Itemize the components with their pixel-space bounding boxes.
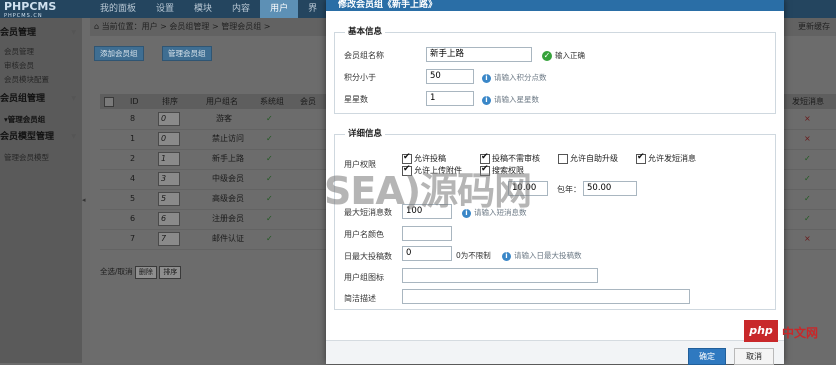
nav-tab-panel[interactable]: 我的面板 [90,0,146,18]
order-input[interactable]: 5 [158,192,180,206]
bulk-delete-button[interactable]: 删除 [134,266,157,279]
sidebar-item-member-module[interactable]: 会员模块配置 [4,74,49,85]
php-badge-text: 中文网 [782,326,819,340]
name-color-input[interactable] [402,226,452,241]
update-cache-link[interactable]: 更新缓存 [798,18,830,36]
perm-send-msg[interactable]: 允许发短消息 [636,152,696,164]
chevron-down-icon: ▼ [71,29,76,36]
name-valid-message: ✓ 输入正确 [542,51,585,61]
detail-info-legend: 详细信息 [345,127,386,139]
home-icon: ⌂ [94,22,100,31]
sidebar-section-groups[interactable]: 会员组管理 ▼ [0,92,82,106]
check-circle-icon: ✓ [542,51,552,61]
points-input[interactable]: 50 [426,69,474,84]
order-input[interactable]: 3 [158,172,180,186]
info-icon: i [502,251,511,261]
select-all-label[interactable]: 全选/取消 [100,267,133,276]
group-icon-label: 用户组图标 [344,273,384,282]
order-input[interactable]: 6 [158,212,180,226]
collapse-sidebar-icon[interactable]: ◂ [82,196,90,204]
stars-input[interactable]: 1 [426,91,474,106]
close-icon[interactable]: ✕ [338,0,776,7]
basic-info-legend: 基本信息 [345,25,386,37]
stars-hint: i 请输入星星数 [482,94,539,105]
daily-max-label: 日最大投稿数 [344,252,392,261]
col-system: 系统组 [260,97,284,106]
nav-tab-content[interactable]: 内容 [222,0,260,18]
daily-max-note: 0为不限制 [456,251,491,260]
col-members: 会员 [300,97,316,106]
nav-tab-settings[interactable]: 设置 [146,0,184,18]
points-label: 积分小于 [344,73,376,82]
manage-groups-button[interactable]: 管理会员组 [162,46,212,61]
basic-info-section: 基本信息 [334,25,776,114]
year-price-label: 包年： [557,185,581,194]
order-input[interactable]: 7 [158,232,180,246]
sidebar-section-members[interactable]: 会员管理 ▼ [0,26,82,40]
daily-max-hint: i 请输入日最大投稿数 [502,250,582,261]
description-input[interactable] [402,289,690,304]
checkbox[interactable] [558,153,568,164]
watermark: SEA)源码网 [324,169,532,213]
nav-tab-users[interactable]: 用户 [260,0,299,18]
points-hint: i 请输入积分点数 [482,72,547,83]
confirm-button[interactable]: 确定 [688,348,726,365]
dialog-title-bar: 修改会员组《新手上路》 ✕ [326,0,784,11]
col-send-msg: 发短消息 [792,97,824,106]
sidebar: 会员管理 ▼ 会员管理 审核会员 会员模块配置 会员组管理 ▼ ▾管理会员组 会员模… [0,18,82,363]
top-nav: 我的面板 设置 模块 内容 用户 界 [90,0,327,18]
daily-max-input[interactable]: 0 [402,246,452,261]
add-group-button[interactable]: 添加会员组 [94,46,144,61]
nav-tab-modules[interactable]: 模块 [184,0,222,18]
nav-tab-more[interactable]: 界 [298,0,327,18]
checkbox[interactable] [636,152,646,164]
bulk-sort-button[interactable]: 排序 [159,266,182,279]
year-price-input[interactable]: 50.00 [583,181,637,196]
dialog-footer: 确定 取消 [326,340,784,365]
bulk-actions: 全选/取消 删除 排序 [100,266,182,279]
info-icon: i [482,95,491,105]
col-id: ID [130,97,139,106]
group-icon-input[interactable] [402,268,598,283]
php-badge: php 中文网 [744,320,836,342]
perm-self-upgrade[interactable]: 允许自助升级 [558,153,618,164]
app-logo[interactable]: PHPCMS PHPCMS.CN [4,0,78,19]
cancel-button[interactable]: 取消 [734,348,774,365]
group-name-input[interactable]: 新手上路 [426,47,532,62]
col-name: 用户组名 [206,97,238,106]
chevron-down-icon: ▼ [71,95,76,102]
info-icon: i [482,73,491,83]
chevron-down-icon: ▼ [71,133,76,140]
sidebar-section-models[interactable]: 会员模型管理 ▼ [0,130,82,144]
order-input[interactable]: 0 [158,112,180,126]
breadcrumb-text: 当前位置：用户 > 会员组管理 > 管理会员组 > [101,22,271,31]
order-input[interactable]: 0 [158,132,180,146]
sidebar-item-manage-models[interactable]: 管理会员模型 [4,152,49,163]
name-color-label: 用户名颜色 [344,230,384,239]
group-name-label: 会员组名称 [344,51,384,60]
stars-label: 星星数 [344,95,368,104]
description-label: 简洁描述 [344,294,376,303]
sidebar-item-member-review[interactable]: 审核会员 [4,60,34,71]
sidebar-item-manage-groups[interactable]: ▾管理会员组 [4,114,45,125]
order-input[interactable]: 1 [158,152,180,166]
select-all-checkbox[interactable] [104,94,114,109]
php-logo: php [744,320,778,342]
sidebar-item-member-manage[interactable]: 会员管理 [4,46,34,57]
col-order: 排序 [162,97,178,106]
